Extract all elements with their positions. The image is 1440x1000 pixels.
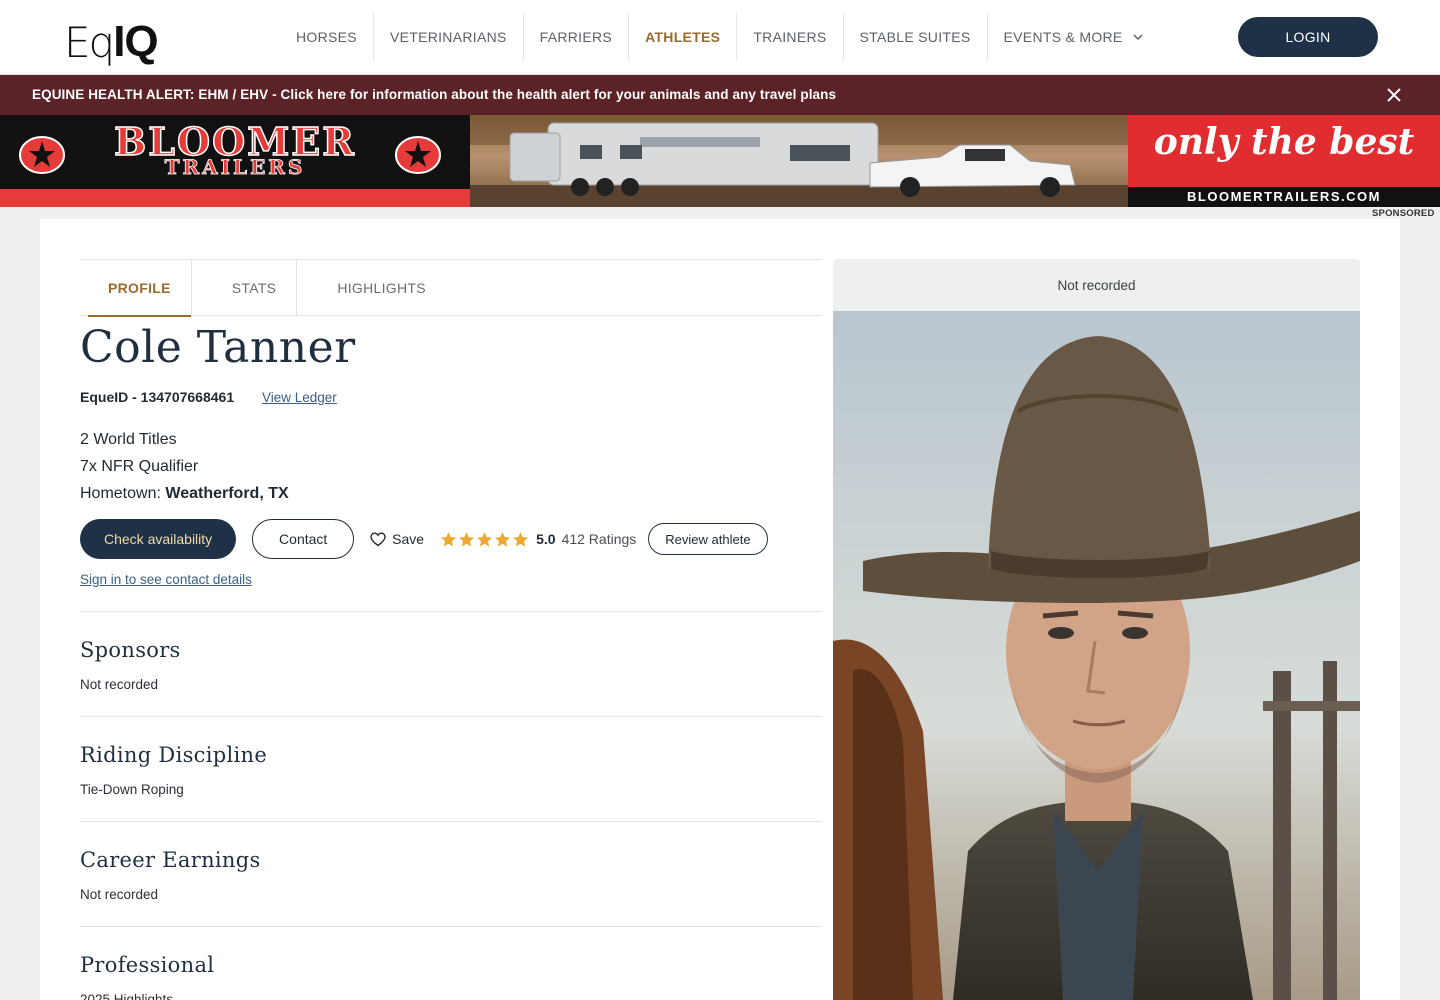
sponsored-ad-banner[interactable]: BLOOMER TRAILERS only the best BLOOMERTR…: [0, 115, 1440, 207]
main-nav: HORSES VETERINARIANS FARRIERS ATHLETES T…: [280, 13, 1161, 61]
sponsored-label: SPONSORED: [1372, 208, 1435, 219]
signin-contact-link[interactable]: Sign in to see contact details: [80, 572, 252, 587]
hometown-label: Hometown:: [80, 485, 161, 502]
health-alert-banner: EQUINE HEALTH ALERT: EHM / EHV - Click h…: [0, 75, 1440, 115]
save-button[interactable]: Save: [370, 531, 424, 547]
action-row: Check availability Contact Save 5.0 412 …: [80, 519, 768, 559]
photo-header: Not recorded: [833, 259, 1360, 311]
hometown-value: Weatherford, TX: [165, 485, 289, 502]
check-availability-button[interactable]: Check availability: [80, 519, 237, 559]
riding-discipline-value: Tie-Down Roping: [80, 782, 184, 797]
athlete-photo: [833, 311, 1360, 1000]
chevron-down-icon: [1133, 34, 1143, 41]
health-alert-link[interactable]: EQUINE HEALTH ALERT: EHM / EHV - Click h…: [32, 87, 836, 102]
rating-stars: 5.0 412 Ratings: [440, 531, 636, 548]
nav-item-athletes[interactable]: ATHLETES: [629, 13, 738, 61]
tab-profile[interactable]: PROFILE: [88, 260, 192, 317]
ad-brand-subtitle: TRAILERS: [164, 155, 306, 180]
ad-tagline: only the best: [1153, 121, 1415, 163]
ad-tagline-panel: only the best BLOOMERTRAILERS.COM: [1128, 115, 1440, 207]
career-earnings-title: Career Earnings: [80, 848, 261, 872]
ad-trailer-image: [470, 115, 1128, 207]
ratings-count: 412 Ratings: [561, 531, 637, 547]
world-titles: 2 World Titles: [80, 431, 177, 448]
review-athlete-button[interactable]: Review athlete: [648, 523, 768, 555]
tab-stats[interactable]: STATS: [212, 260, 298, 316]
logo-eq: Eq: [64, 18, 115, 67]
athlete-facts: 2 World Titles 7x NFR Qualifier Hometown…: [80, 426, 289, 507]
tab-highlights[interactable]: HIGHLIGHTS: [317, 260, 446, 316]
save-label: Save: [392, 531, 425, 547]
ad-url: BLOOMERTRAILERS.COM: [1128, 187, 1440, 207]
nav-item-events-more[interactable]: EVENTS & MORE: [988, 13, 1161, 61]
career-earnings-value: Not recorded: [80, 887, 159, 902]
heart-icon: [370, 531, 386, 546]
close-icon[interactable]: [1384, 85, 1404, 105]
nav-item-horses[interactable]: HORSES: [280, 13, 374, 61]
sponsors-value: Not recorded: [80, 677, 159, 692]
nav-item-stable-suites[interactable]: STABLE SUITES: [844, 13, 988, 61]
equeid: EqueID - 134707668461: [80, 389, 235, 405]
login-button[interactable]: LOGIN: [1238, 17, 1378, 57]
star-icon: [459, 531, 475, 546]
rating-value: 5.0: [536, 531, 556, 547]
nfr-qualifier: 7x NFR Qualifier: [80, 458, 199, 475]
view-ledger-link[interactable]: View Ledger: [262, 390, 337, 405]
athlete-portrait-illustration: [833, 311, 1360, 1000]
star-icon: [477, 531, 493, 546]
ad-brand-panel: BLOOMER TRAILERS: [0, 115, 470, 207]
top-navigation: Eq IQ HORSES VETERINARIANS FARRIERS ATHLE…: [0, 0, 1440, 75]
career-earnings-section: Career Earnings Not recorded: [80, 821, 822, 926]
professional-section: Professional 2025 Highlights: [80, 926, 822, 1000]
star-icon: [495, 531, 511, 546]
star-icon: [513, 531, 529, 546]
nav-item-veterinarians[interactable]: VETERINARIANS: [374, 13, 524, 61]
nav-item-events-more-label: EVENTS & MORE: [1003, 29, 1123, 45]
hometown: Hometown: Weatherford, TX: [80, 480, 289, 507]
trailer-truck-illustration: [470, 115, 1128, 207]
profile-tabs: PROFILE STATS HIGHLIGHTS: [80, 259, 822, 317]
logo-iq: IQ: [113, 17, 158, 66]
sponsors-title: Sponsors: [80, 638, 181, 662]
riding-discipline-section: Riding Discipline Tie-Down Roping: [80, 716, 822, 821]
contact-button[interactable]: Contact: [252, 519, 355, 559]
nav-item-trainers[interactable]: TRAINERS: [737, 13, 844, 61]
athlete-name: Cole Tanner: [80, 322, 356, 373]
star-icon: [441, 531, 457, 546]
nav-item-farriers[interactable]: FARRIERS: [524, 13, 630, 61]
riding-discipline-title: Riding Discipline: [80, 743, 268, 767]
professional-title: Professional: [80, 953, 215, 977]
sponsors-section: Sponsors Not recorded: [80, 611, 822, 716]
eqiq-logo[interactable]: Eq IQ: [64, 14, 159, 67]
professional-value: 2025 Highlights: [80, 992, 174, 1000]
